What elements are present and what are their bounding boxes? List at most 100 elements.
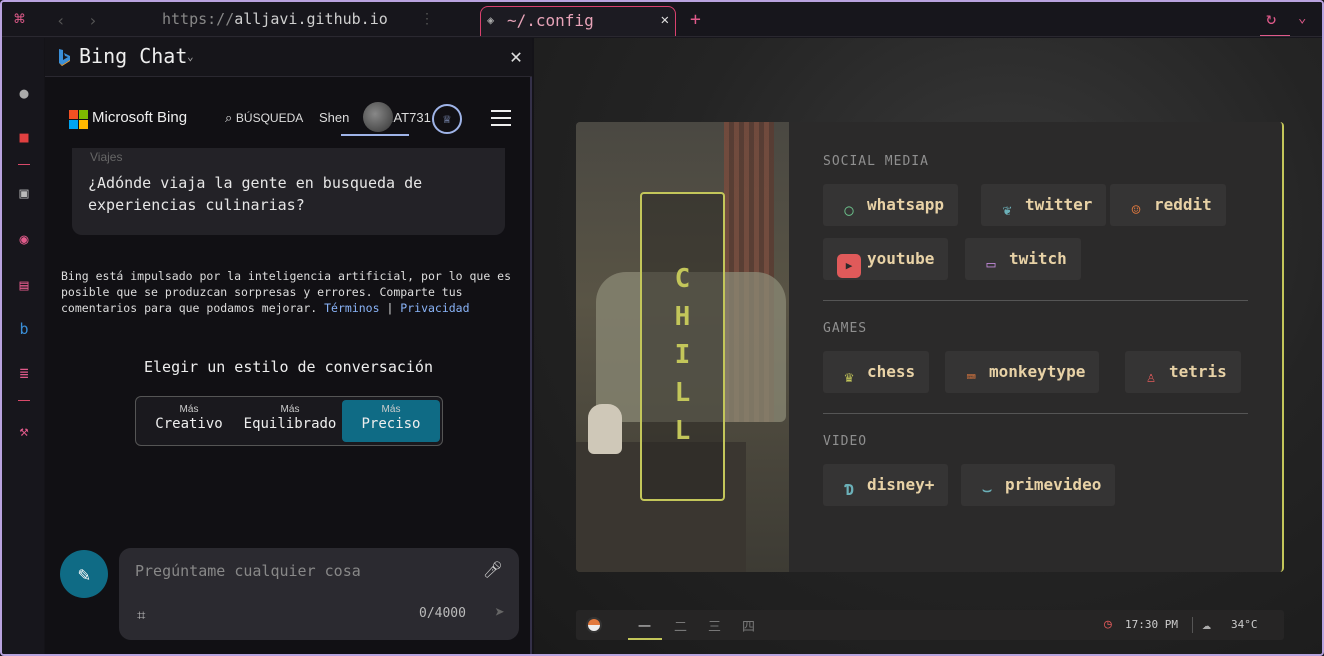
lock-icon[interactable]: ■ [15, 128, 33, 146]
style-prefix: Más [179, 404, 199, 415]
brand-name[interactable]: Microsoft Bing [92, 109, 187, 126]
workspace-2[interactable]: 二 [674, 616, 687, 635]
forward-icon[interactable]: › [88, 11, 98, 30]
whatsapp-icon: ◯ [844, 201, 854, 219]
reload-icon[interactable]: ↻ [1266, 9, 1276, 29]
link-tetris[interactable]: ♙ tetris [1125, 351, 1241, 393]
notes-icon[interactable]: ≣ [15, 364, 33, 382]
chevron-down-icon[interactable]: ⌄ [1298, 10, 1306, 26]
style-prefix: Más [381, 404, 401, 415]
nav-chat-underline [341, 134, 409, 136]
link-reddit[interactable]: ☺ reddit [1110, 184, 1226, 226]
link-chess[interactable]: ♛ chess [823, 351, 930, 393]
link-monkeytype[interactable]: ⌨ monkeytype [945, 351, 1100, 393]
new-topic-button[interactable]: ✎ [60, 550, 108, 598]
joystick-icon: ♙ [1146, 368, 1156, 386]
close-icon[interactable]: ✕ [510, 44, 522, 68]
link-twitch[interactable]: ▭ twitch [965, 238, 1081, 280]
microphone-icon[interactable]: 🎤︎ [483, 560, 503, 579]
section-title-video: VIDEO [823, 434, 868, 449]
section-title-social: SOCIAL MEDIA [823, 154, 929, 169]
chevron-down-icon[interactable]: ⌄ [187, 50, 194, 63]
bing-panel-header: Bing Chat ⌄ ✕ [45, 38, 532, 77]
url-scheme: https:// [162, 10, 235, 28]
rewards-icon[interactable]: ♕ [432, 104, 462, 134]
link-label: reddit [1154, 195, 1212, 214]
bing-panel-title[interactable]: Bing Chat [79, 44, 187, 68]
char-counter: 0/4000 [419, 606, 466, 621]
wrench-icon[interactable]: ⚒ [15, 422, 33, 440]
window-icon[interactable]: ▣ [15, 184, 33, 202]
microsoft-bing-header: Microsoft Bing ⌕ BÚSQUEDA Shen CHAT731 ♕ [45, 78, 532, 148]
suggestion-text: ¿Adónde viaja la gente en busqueda de ex… [88, 174, 423, 214]
tab-title: ~/.config [507, 11, 594, 30]
link-twitter[interactable]: ❦ twitter [981, 184, 1107, 226]
link-label: youtube [867, 249, 935, 268]
suggestion-category: Viajes [90, 150, 123, 164]
nav-search-label: BÚSQUEDA [235, 111, 304, 125]
new-tab-button[interactable]: + [690, 9, 701, 30]
twitch-icon: ▭ [986, 255, 996, 273]
hamburger-menu-icon[interactable] [491, 110, 511, 126]
image-search-icon[interactable]: ⌗ [137, 606, 145, 624]
link-label: disney+ [867, 475, 935, 494]
section-divider [823, 413, 1248, 414]
nav-search[interactable]: ⌕ BÚSQUEDA [225, 110, 303, 126]
rail-separator [18, 164, 30, 165]
style-prefix: Más [280, 404, 300, 415]
privacy-link[interactable]: Privacidad [400, 301, 469, 315]
chill-letter: L [674, 416, 691, 446]
link-disney[interactable]: Ɗdisney+ [823, 464, 949, 506]
prime-icon: ⌣ [982, 481, 992, 499]
avatar[interactable] [363, 102, 393, 132]
browser-menu-icon[interactable]: ⌘ [14, 10, 34, 30]
chill-letter: C [674, 264, 691, 294]
whatsapp-icon[interactable]: ◉ [15, 230, 33, 248]
send-icon[interactable]: ➤ [495, 603, 505, 623]
chat-input-placeholder[interactable]: Pregúntame cualquier cosa [135, 562, 361, 580]
terms-link[interactable]: Términos [324, 301, 379, 315]
link-whatsapp[interactable]: ◯ whatsapp [823, 184, 959, 226]
back-icon[interactable]: ‹ [56, 11, 66, 30]
user-name: Shen [319, 110, 350, 125]
chill-artwork: C H I L L [576, 122, 789, 572]
disclaimer-text: Bing está impulsado por la inteligencia … [61, 269, 512, 315]
workspace-4[interactable]: 四 [742, 616, 755, 635]
workspace-3[interactable]: 三 [708, 616, 721, 635]
bing-chat-panel: Bing Chat ⌄ ✕ Microsoft Bing ⌕ BÚSQUEDA … [45, 38, 532, 654]
startpage-card: C H I L L SOCIAL MEDIA ◯ whatsapp ❦ twitte… [576, 122, 1284, 572]
startpage: C H I L L SOCIAL MEDIA ◯ whatsapp ❦ twitte… [534, 38, 1322, 654]
toolbar-divider [2, 36, 1322, 37]
link-label: primevideo [1005, 475, 1102, 494]
style-precise-button[interactable]: Más Preciso [342, 400, 440, 442]
tab-config[interactable]: ◈ ~/.config ✕ [480, 6, 676, 36]
desktop-frame: ⌘ ‹ › https://alljavi.github.io ⋮ ◈ ~/.c… [0, 0, 1324, 656]
url-options-icon[interactable]: ⋮ [420, 11, 434, 27]
workspace-1[interactable]: 一 [638, 616, 651, 635]
browser-toolbar: ⌘ ‹ › https://alljavi.github.io ⋮ ◈ ~/.c… [2, 2, 1322, 38]
reddit-icon: ☺ [1131, 201, 1141, 219]
twitch-icon[interactable]: ▤ [15, 276, 33, 294]
style-label: Equilibrado [243, 416, 337, 432]
style-balanced-button[interactable]: Más Equilibrado [241, 400, 339, 442]
chat-input-box[interactable]: Pregúntame cualquier cosa 🎤︎ ⌗ 0/4000 ➤ [119, 548, 519, 640]
link-label: tetris [1169, 362, 1227, 381]
disney-icon: Ɗ [844, 481, 854, 499]
url-bar[interactable]: https://alljavi.github.io [162, 10, 388, 28]
links-panel: SOCIAL MEDIA ◯ whatsapp ❦ twitter ☺ reddit … [823, 122, 1263, 572]
link-youtube[interactable]: ▶ youtube [823, 238, 949, 280]
user-count: 731 [409, 110, 431, 125]
link-label: whatsapp [867, 195, 945, 214]
suggestion-card[interactable]: Viajes ¿Adónde viaja la gente en busqued… [72, 148, 505, 235]
sidebar-rail: ● ■ ▣ ◉ ▤ b ≣ ⚒ [2, 38, 44, 654]
chill-letter: L [674, 378, 691, 408]
status-separator [1192, 617, 1193, 633]
bing-icon[interactable]: b [15, 320, 33, 338]
style-creative-button[interactable]: Más Creativo [140, 400, 238, 442]
conversation-style-title: Elegir un estilo de conversación [144, 358, 433, 376]
tab-close-icon[interactable]: ✕ [661, 12, 669, 28]
pokeball-icon[interactable] [586, 617, 602, 633]
chill-box: C H I L L [640, 192, 725, 501]
avatar-icon[interactable]: ● [15, 84, 33, 102]
link-primevideo[interactable]: ⌣ primevideo [961, 464, 1116, 506]
